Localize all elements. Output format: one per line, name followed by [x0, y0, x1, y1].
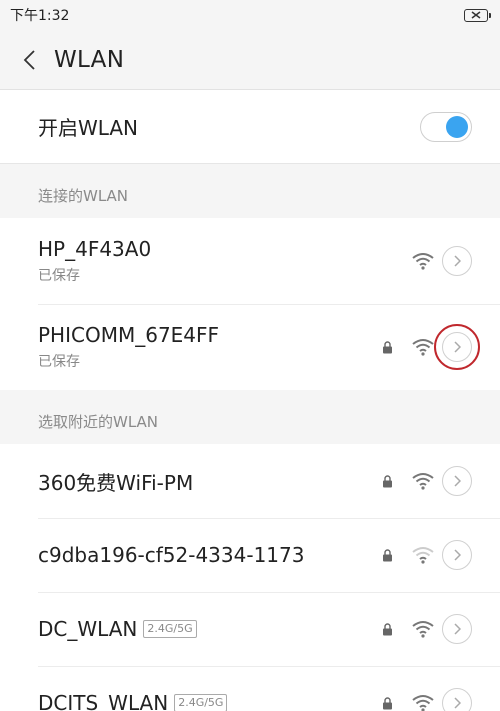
network-row[interactable]: PHICOMM_67E4FF 已保存 — [0, 304, 500, 390]
lock-icon — [380, 339, 394, 355]
toggle-knob — [446, 115, 468, 138]
network-row[interactable]: 360免费WiFi-PM — [0, 444, 500, 518]
connected-section-header: 连接的WLAN — [0, 164, 500, 218]
status-bar: 下午1:32 — [0, 0, 500, 30]
wifi-signal-icon — [410, 337, 436, 357]
network-name-text: DCITS_WLAN — [38, 691, 169, 711]
wlan-toggle-label: 开启WLAN — [38, 116, 139, 140]
status-time: 下午1:32 — [10, 8, 70, 24]
network-name-text: DC_WLAN — [38, 617, 138, 641]
title-bar: WLAN — [0, 30, 500, 90]
details-button[interactable] — [442, 614, 472, 644]
network-name: PHICOMM_67E4FF — [38, 323, 220, 347]
connected-network-list: HP_4F43A0 已保存 PHICOMM_67E4FF 已保存 — [0, 218, 500, 390]
network-name: HP_4F43A0 — [38, 237, 152, 261]
details-button[interactable] — [442, 246, 472, 276]
details-button[interactable] — [442, 688, 472, 711]
wifi-signal-icon — [410, 693, 436, 711]
lock-icon — [380, 547, 394, 563]
details-button[interactable] — [442, 466, 472, 496]
network-row[interactable]: HP_4F43A0 已保存 — [0, 218, 500, 304]
wlan-toggle[interactable] — [420, 111, 472, 142]
network-name: c9dba196-cf52-4334-1173 — [38, 543, 305, 567]
back-icon[interactable] — [18, 49, 40, 71]
details-button[interactable] — [442, 540, 472, 570]
lock-icon — [380, 473, 394, 489]
details-button[interactable] — [433, 323, 480, 370]
lock-icon — [380, 695, 394, 711]
network-row[interactable]: DCITS_WLAN 2.4G/5G — [0, 666, 500, 711]
network-status: 已保存 — [38, 354, 80, 370]
battery-icon — [464, 8, 491, 22]
band-badge: 2.4G/5G — [143, 620, 197, 638]
nearby-section-header: 选取附近的WLAN — [0, 390, 500, 444]
network-status: 已保存 — [38, 268, 80, 284]
wifi-signal-icon — [410, 619, 436, 639]
network-name: 360免费WiFi-PM — [38, 470, 194, 495]
band-badge: 2.4G/5G — [174, 694, 228, 711]
network-name: DC_WLAN 2.4G/5G — [38, 617, 197, 641]
wifi-signal-icon — [410, 251, 436, 271]
page-title: WLAN — [54, 46, 125, 73]
lock-icon — [380, 621, 394, 637]
network-row[interactable]: c9dba196-cf52-4334-1173 — [0, 518, 500, 592]
wlan-toggle-row: 开启WLAN — [0, 90, 500, 164]
network-name: DCITS_WLAN 2.4G/5G — [38, 691, 228, 711]
nearby-network-list: 360免费WiFi-PM c9dba196-cf52-4334-1173 DC_… — [0, 444, 500, 711]
highlight-circle-annotation — [433, 323, 480, 370]
wifi-signal-icon — [410, 545, 436, 565]
network-row[interactable]: DC_WLAN 2.4G/5G — [0, 592, 500, 666]
wifi-signal-icon — [410, 471, 436, 491]
